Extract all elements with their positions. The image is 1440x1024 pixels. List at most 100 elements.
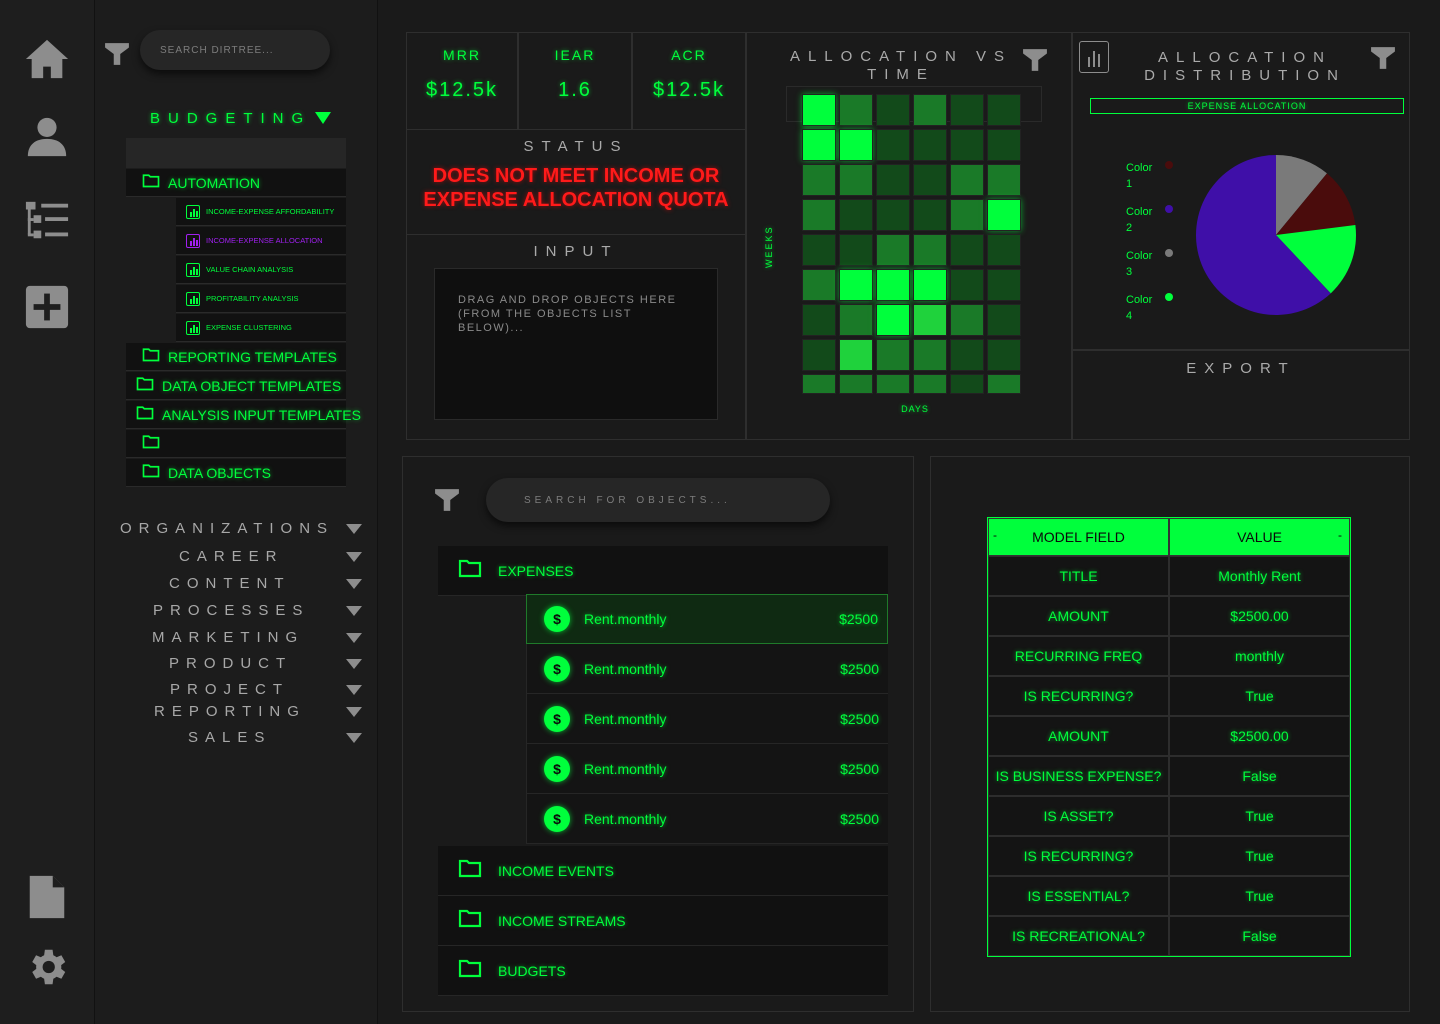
heatmap-cell[interactable] <box>876 199 910 231</box>
bar-chart-icon[interactable] <box>1079 41 1109 73</box>
heatmap-cell[interactable] <box>950 234 984 266</box>
export-button[interactable]: EXPORT <box>1072 360 1410 377</box>
objects-folder[interactable]: INCOME EVENTS <box>438 846 888 896</box>
tree-item[interactable]: INCOME-EXPENSE ALLOCATION <box>176 227 346 255</box>
add-icon[interactable] <box>24 284 70 330</box>
model-value-cell[interactable]: Monthly Rent <box>1169 556 1350 596</box>
chevron-down-icon[interactable] <box>346 524 362 534</box>
filter-icon[interactable] <box>104 40 130 73</box>
model-value-cell[interactable]: True <box>1169 876 1350 916</box>
heatmap-cell[interactable] <box>802 234 836 266</box>
heatmap-cell[interactable] <box>913 164 947 196</box>
heatmap-cell[interactable] <box>876 164 910 196</box>
model-value-cell[interactable]: False <box>1169 916 1350 956</box>
heatmap-cell[interactable] <box>839 164 873 196</box>
heatmap-cell[interactable] <box>913 339 947 371</box>
heatmap-cell[interactable] <box>987 164 1021 196</box>
chevron-down-icon[interactable] <box>346 606 362 616</box>
heatmap-cell[interactable] <box>950 129 984 161</box>
chevron-down-icon[interactable] <box>346 579 362 589</box>
expense-item[interactable]: $ Rent.monthly $2500 <box>526 694 888 744</box>
tree-folder[interactable]: REPORTING TEMPLATES <box>126 343 346 371</box>
category-row[interactable]: ORGANIZATIONS <box>110 520 370 542</box>
heatmap-filter-icon[interactable] <box>1022 46 1048 79</box>
heatmap-cell[interactable] <box>987 269 1021 301</box>
heatmap-cell[interactable] <box>802 164 836 196</box>
heatmap-cell[interactable] <box>913 94 947 126</box>
tree-folder[interactable]: DATA OBJECT TEMPLATES <box>126 372 346 400</box>
heatmap-cell[interactable] <box>802 374 836 394</box>
heatmap-cell[interactable] <box>802 269 836 301</box>
model-value-cell[interactable]: $2500.00 <box>1169 716 1350 756</box>
heatmap-cell[interactable] <box>876 374 910 394</box>
heatmap-cell[interactable] <box>802 199 836 231</box>
heatmap-cell[interactable] <box>987 199 1021 231</box>
heatmap-cell[interactable] <box>913 269 947 301</box>
model-value-cell[interactable]: monthly <box>1169 636 1350 676</box>
tree-folder[interactable] <box>126 430 346 458</box>
objects-folder[interactable]: INCOME STREAMS <box>438 896 888 946</box>
tree-folder[interactable]: DATA OBJECTS <box>126 459 346 487</box>
chevron-down-icon[interactable] <box>346 707 362 717</box>
heatmap-cell[interactable] <box>876 339 910 371</box>
chevron-down-icon[interactable] <box>346 552 362 562</box>
heatmap-cell[interactable] <box>950 339 984 371</box>
heatmap-cell[interactable] <box>839 199 873 231</box>
heatmap-cell[interactable] <box>839 94 873 126</box>
heatmap-cell[interactable] <box>950 94 984 126</box>
expense-item[interactable]: $ Rent.monthly $2500 <box>526 744 888 794</box>
collapse-icon[interactable]: - <box>993 528 997 542</box>
heatmap-cell[interactable] <box>950 199 984 231</box>
heatmap-cell[interactable] <box>987 304 1021 336</box>
heatmap-cell[interactable] <box>913 129 947 161</box>
tree-item[interactable]: PROFITABILITY ANALYSIS <box>176 285 346 313</box>
heatmap-cell[interactable] <box>987 129 1021 161</box>
heatmap-cell[interactable] <box>913 234 947 266</box>
tree-folder[interactable]: ANALYSIS INPUT TEMPLATES <box>126 401 361 429</box>
home-icon[interactable] <box>24 36 70 82</box>
list-tree-icon[interactable] <box>24 198 70 244</box>
tree-item[interactable]: VALUE CHAIN ANALYSIS <box>176 256 346 284</box>
heatmap-cell[interactable] <box>839 374 873 394</box>
heatmap-cell[interactable] <box>950 374 984 394</box>
heatmap-cell[interactable] <box>802 339 836 371</box>
heatmap-cell[interactable] <box>987 374 1021 394</box>
heatmap-cell[interactable] <box>987 94 1021 126</box>
heatmap-cell[interactable] <box>876 94 910 126</box>
model-value-cell[interactable]: True <box>1169 836 1350 876</box>
heatmap-cell[interactable] <box>839 129 873 161</box>
heatmap-cell[interactable] <box>987 339 1021 371</box>
chevron-down-icon[interactable] <box>346 733 362 743</box>
heatmap-cell[interactable] <box>950 269 984 301</box>
heatmap-cell[interactable] <box>802 129 836 161</box>
expense-item[interactable]: $ Rent.monthly $2500 <box>526 644 888 694</box>
chevron-down-icon[interactable] <box>346 633 362 643</box>
heatmap-cell[interactable] <box>987 234 1021 266</box>
category-row[interactable]: SALES <box>110 729 370 751</box>
settings-icon[interactable] <box>24 944 70 990</box>
objects-filter-icon[interactable] <box>434 486 460 519</box>
category-row[interactable]: PROCESSES <box>110 602 370 624</box>
objects-folder[interactable]: EXPENSES <box>438 546 888 596</box>
category-row[interactable]: MARKETING <box>110 629 370 651</box>
heatmap-cell[interactable] <box>802 304 836 336</box>
collapse-icon[interactable]: - <box>1338 528 1342 542</box>
objects-folder[interactable]: BUDGETS <box>438 946 888 996</box>
category-row[interactable]: PRODUCT <box>110 655 370 677</box>
heatmap-cell[interactable] <box>876 129 910 161</box>
category-row[interactable]: CAREER <box>110 548 370 570</box>
heatmap-cell[interactable] <box>839 304 873 336</box>
category-row[interactable]: CONTENT <box>110 575 370 597</box>
heatmap-cell[interactable] <box>950 304 984 336</box>
tree-folder-automation[interactable]: AUTOMATION <box>126 169 346 197</box>
expense-item[interactable]: $ Rent.monthly $2500 <box>526 594 888 644</box>
tree-item[interactable]: INCOME-EXPENSE AFFORDABILITY <box>176 198 346 226</box>
heatmap-cell[interactable] <box>839 234 873 266</box>
heatmap-cell[interactable] <box>913 304 947 336</box>
chevron-down-icon[interactable] <box>346 685 362 695</box>
heatmap-cell[interactable] <box>839 339 873 371</box>
objects-search-input[interactable]: SEARCH FOR OBJECTS... <box>486 478 830 522</box>
expense-item[interactable]: $ Rent.monthly $2500 <box>526 794 888 844</box>
user-icon[interactable] <box>24 114 70 160</box>
document-icon[interactable] <box>24 874 70 920</box>
